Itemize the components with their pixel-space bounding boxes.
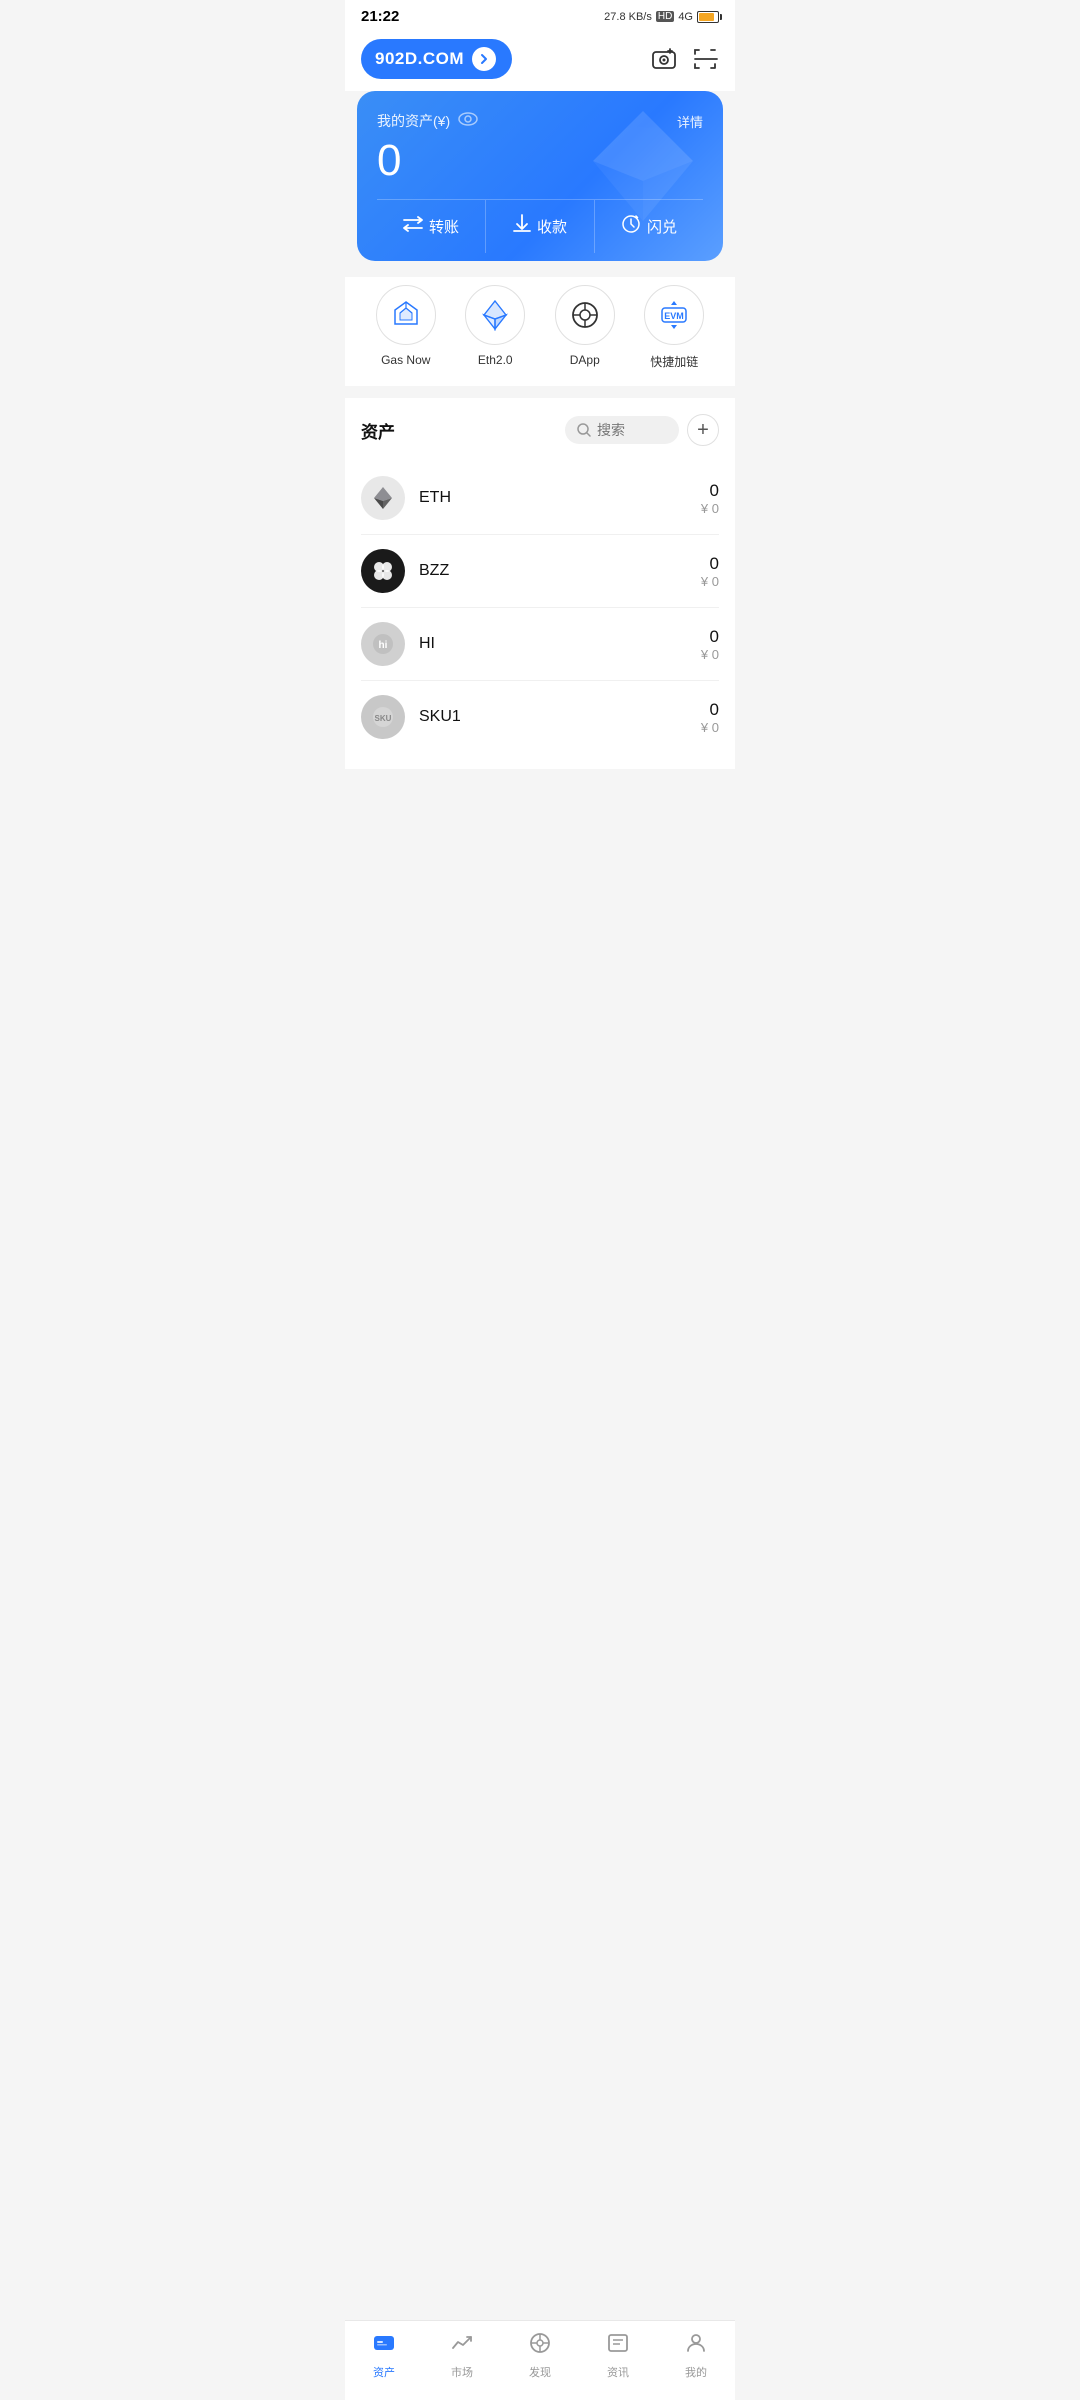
search-input[interactable] [597,422,667,438]
eth-logo [361,476,405,520]
eth2-label: Eth2.0 [478,353,513,367]
hd-badge: HD [656,11,674,22]
receive-icon [513,214,531,239]
eth-name: ETH [419,489,701,507]
asset-card: 我的资产(¥) 详情 0 转账 [357,91,723,261]
market-nav-icon [450,2331,474,2361]
transfer-button[interactable]: 转账 [377,200,485,253]
add-chain-label: 快捷加链 [650,353,698,370]
bzz-logo [361,549,405,593]
nav-mine[interactable]: 我的 [666,2331,726,2380]
assets-header: 资产 + [361,414,719,446]
assets-nav-label: 资产 [373,2364,395,2380]
transfer-icon [403,216,423,237]
asset-label-text: 我的资产(¥) [377,111,450,131]
sku1-balance: 0 [701,700,719,720]
logo-button[interactable]: 902D.COM [361,39,512,79]
svg-text:EVM: EVM [664,311,684,321]
asset-item-sku1[interactable]: SKU SKU1 0 ¥ 0 [361,681,719,753]
asset-item-eth[interactable]: ETH 0 ¥ 0 [361,462,719,535]
camera-add-button[interactable] [651,46,677,72]
eth-watermark [583,106,703,231]
header: 902D.COM [345,29,735,91]
gas-now-label: Gas Now [381,353,430,367]
battery-icon [697,11,719,23]
assets-section: 资产 + ETH 0 ¥ 0 [345,398,735,769]
assets-title: 资产 [361,418,395,443]
quick-dapp[interactable]: DApp [555,285,615,370]
scan-button[interactable] [693,46,719,72]
sku1-cny: ¥ 0 [701,720,719,735]
search-bar: + [565,414,719,446]
bottom-nav: 资产 市场 发现 [345,2320,735,2400]
quick-gas-now[interactable]: Gas Now [376,285,436,370]
hi-amounts: 0 ¥ 0 [701,627,719,662]
nav-market[interactable]: 市场 [432,2331,492,2380]
bzz-name: BZZ [419,562,701,580]
news-nav-label: 资讯 [607,2364,629,2380]
bzz-balance: 0 [701,554,719,574]
dapp-icon-circle [555,285,615,345]
nav-news[interactable]: 资讯 [588,2331,648,2380]
bzz-amounts: 0 ¥ 0 [701,554,719,589]
nav-discover[interactable]: 发现 [510,2331,570,2380]
sku1-amounts: 0 ¥ 0 [701,700,719,735]
add-asset-button[interactable]: + [687,414,719,446]
speed-indicator: 27.8 KB/s [604,11,652,23]
bzz-cny: ¥ 0 [701,574,719,589]
sku1-name: SKU1 [419,708,701,726]
status-icons: 27.8 KB/s HD 4G [604,11,719,23]
dapp-label: DApp [570,353,600,367]
asset-item-hi[interactable]: hi HI 0 ¥ 0 [361,608,719,681]
discover-nav-icon [528,2331,552,2361]
receive-label: 收款 [537,216,567,237]
hi-balance: 0 [701,627,719,647]
eye-icon[interactable] [458,112,478,131]
quick-add-chain[interactable]: EVM 快捷加链 [644,285,704,370]
nav-assets[interactable]: 资产 [354,2331,414,2380]
signal-indicator: 4G [678,11,693,23]
logo-text: 902D.COM [375,49,464,69]
hi-logo: hi [361,622,405,666]
battery-fill [699,13,714,21]
eth-cny: ¥ 0 [701,501,719,516]
status-bar: 21:22 27.8 KB/s HD 4G [345,0,735,29]
transfer-label: 转账 [429,216,459,237]
logo-arrow-icon [472,47,496,71]
svg-text:hi: hi [379,640,388,651]
news-nav-icon [606,2331,630,2361]
search-icon [577,423,591,437]
mine-nav-icon [684,2331,708,2361]
add-chain-icon-circle: EVM [644,285,704,345]
asset-label: 我的资产(¥) [377,111,478,131]
eth-amounts: 0 ¥ 0 [701,481,719,516]
eth2-icon-circle [465,285,525,345]
receive-button[interactable]: 收款 [485,200,594,253]
market-nav-label: 市场 [451,2364,473,2380]
asset-item-bzz[interactable]: BZZ 0 ¥ 0 [361,535,719,608]
header-icons [651,46,719,72]
search-input-wrap [565,416,679,444]
mine-nav-label: 我的 [685,2364,707,2380]
hi-name: HI [419,635,701,653]
hi-cny: ¥ 0 [701,647,719,662]
svg-text:SKU: SKU [375,714,392,723]
discover-nav-label: 发现 [529,2364,551,2380]
gas-now-icon-circle [376,285,436,345]
eth-balance: 0 [701,481,719,501]
assets-nav-icon [372,2331,396,2361]
quick-eth2[interactable]: Eth2.0 [465,285,525,370]
quick-access: Gas Now Eth2.0 DApp [345,277,735,386]
sku1-logo: SKU [361,695,405,739]
status-time: 21:22 [361,8,399,25]
